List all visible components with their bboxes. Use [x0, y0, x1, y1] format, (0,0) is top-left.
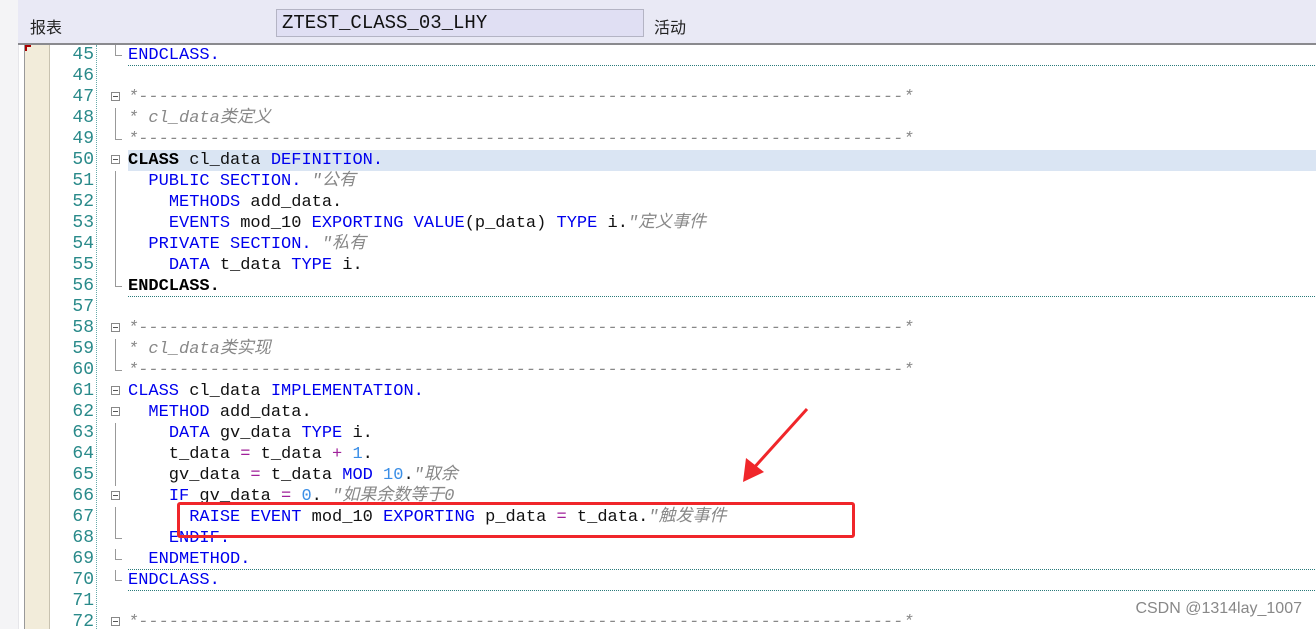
annotation-arrow [743, 407, 809, 482]
watermark: CSDN @1314lay_1007 [1135, 600, 1302, 617]
arrow-shaft [750, 407, 809, 472]
